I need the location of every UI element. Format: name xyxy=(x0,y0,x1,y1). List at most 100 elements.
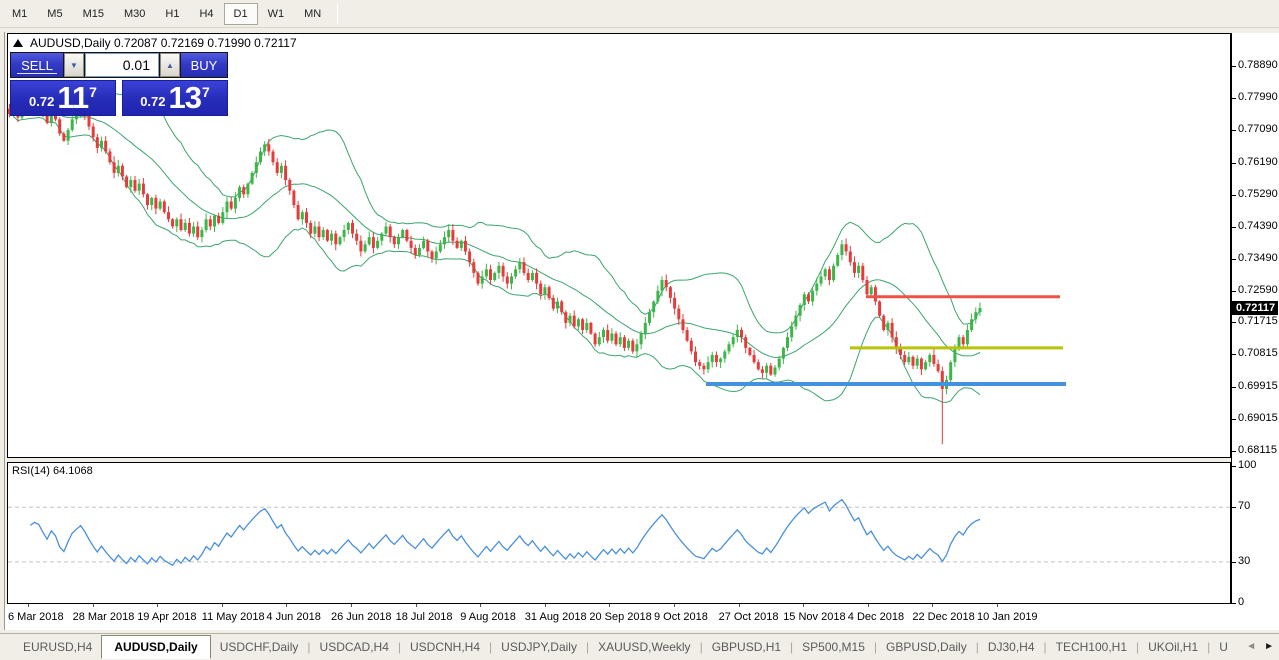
tab-gbpusd-daily[interactable]: GBPUSD,Daily xyxy=(877,636,976,658)
rsi-tick-label: 100 xyxy=(1231,459,1257,472)
time-tick xyxy=(286,604,288,607)
time-tick xyxy=(157,604,159,607)
price-tick-label: 0.76190 xyxy=(1232,155,1278,168)
tab-scroll-left-icon[interactable]: ◄ xyxy=(1246,641,1256,652)
date-label: 9 Oct 2018 xyxy=(654,611,708,623)
tab-u[interactable]: U xyxy=(1210,636,1237,658)
price-tick-label: 0.73490 xyxy=(1232,251,1278,264)
date-label: 22 Dec 2018 xyxy=(912,611,975,623)
rsi-indicator-canvas[interactable] xyxy=(0,457,1279,605)
time-tick xyxy=(415,604,417,607)
ask-price-box[interactable]: 0.72 13 7 xyxy=(122,80,228,116)
date-label: 10 Jan 2019 xyxy=(977,611,1038,623)
one-click-trading-panel: SELL ▼ 0.01 ▲ BUY 0.72 11 7 0.72 13 7 xyxy=(10,52,228,116)
volume-increase-button[interactable]: ▲ xyxy=(160,53,180,77)
date-label: 27 Oct 2018 xyxy=(718,611,779,623)
tab-audusd-daily[interactable]: AUDUSD,Daily xyxy=(101,634,211,659)
time-tick xyxy=(544,604,546,607)
volume-input[interactable]: 0.01 xyxy=(85,53,159,77)
rsi-tick-label: 70 xyxy=(1231,500,1251,513)
price-tick-label: 0.72590 xyxy=(1232,284,1278,297)
timeframe-button-m1[interactable]: M1 xyxy=(2,3,37,25)
time-tick xyxy=(997,604,998,607)
bid-pips: 11 xyxy=(57,80,89,115)
time-tick xyxy=(674,604,675,607)
timeframe-button-m5[interactable]: M5 xyxy=(37,3,72,25)
one-click-toggle-icon[interactable] xyxy=(13,39,23,47)
timeframe-button-m30[interactable]: M30 xyxy=(114,3,155,25)
toolbar-separator xyxy=(337,3,339,24)
price-tick-label: 0.70815 xyxy=(1232,347,1278,360)
timeframe-button-h4[interactable]: H4 xyxy=(189,3,223,25)
date-label: 9 Aug 2018 xyxy=(460,611,516,623)
time-tick xyxy=(867,604,869,607)
date-label: 28 Mar 2018 xyxy=(72,611,135,623)
chart-title-ohlc: AUDUSD,Daily 0.72087 0.72169 0.71990 0.7… xyxy=(30,36,297,50)
tab-tech100-h1[interactable]: TECH100,H1 xyxy=(1047,636,1136,658)
time-tick xyxy=(932,604,934,607)
chevron-down-icon: ▼ xyxy=(70,60,78,70)
date-label: 31 Aug 2018 xyxy=(524,611,587,623)
price-tick-label: 0.77090 xyxy=(1232,123,1278,136)
tab-usdcnh-h4[interactable]: USDCNH,H4 xyxy=(401,636,489,658)
timeframe-button-d1[interactable]: D1 xyxy=(223,2,258,25)
price-tick-label: 0.74390 xyxy=(1232,219,1278,232)
volume-decrease-button[interactable]: ▼ xyxy=(64,53,84,77)
rsi-indicator-label: RSI(14) 64.1068 xyxy=(12,465,93,477)
rsi-tick-label: 0 xyxy=(1231,596,1245,608)
tab-dj30-h4[interactable]: DJ30,H4 xyxy=(979,636,1044,658)
ask-prefix: 0.72 xyxy=(140,94,166,109)
bid-price-box[interactable]: 0.72 11 7 xyxy=(10,80,116,116)
tab-xauusd-weekly[interactable]: XAUUSD,Weekly xyxy=(589,636,699,658)
price-tick-label: 0.68115 xyxy=(1232,443,1277,456)
time-tick xyxy=(803,604,805,607)
price-tick-label: 0.75290 xyxy=(1232,187,1278,200)
chart-tab-bar: EURUSD,H4 AUDUSD,Daily USDCHF,Daily | USDCAD… xyxy=(0,633,1279,660)
time-tick xyxy=(480,604,482,607)
timeframe-button-mn[interactable]: MN xyxy=(294,3,331,25)
time-tick xyxy=(738,604,740,607)
time-tick xyxy=(609,604,611,607)
timeframe-button-h1[interactable]: H1 xyxy=(155,3,189,25)
price-axis[interactable]: 0.72117 0.78890 0.77990 0.77090 0.76190 0.75… xyxy=(1231,33,1279,630)
time-axis[interactable]: 6 Mar 2018 28 Mar 2018 19 Apr 2018 11 May 2… xyxy=(5,604,1231,630)
date-label: 20 Sep 2018 xyxy=(589,611,652,623)
sell-button[interactable]: SELL xyxy=(11,53,63,77)
bid-prefix: 0.72 xyxy=(29,94,55,109)
date-label: 18 Jul 2018 xyxy=(395,611,453,623)
price-axis-border xyxy=(1231,33,1232,604)
chart-window: AUDUSD,Daily 0.72087 0.72169 0.71990 0.7… xyxy=(0,28,1279,633)
chevron-up-icon: ▲ xyxy=(166,60,174,70)
tab-gbpusd-h1[interactable]: GBPUSD,H1 xyxy=(703,636,790,658)
ask-pips: 13 xyxy=(168,80,202,115)
date-label: 11 May 2018 xyxy=(201,611,265,623)
time-tick xyxy=(221,604,223,607)
date-label: 26 Jun 2018 xyxy=(331,611,392,623)
tab-sp500-m15[interactable]: SP500,M15 xyxy=(793,636,874,658)
price-tick-label: 0.69915 xyxy=(1232,379,1278,392)
price-tick-label: 0.69015 xyxy=(1232,411,1278,424)
tab-usdcad-h4[interactable]: USDCAD,H4 xyxy=(311,636,398,658)
tab-ukoil-h1[interactable]: UKOil,H1 xyxy=(1139,636,1207,658)
tab-scroll-right-icon[interactable]: ► xyxy=(1264,641,1274,652)
timeframe-button-m15[interactable]: M15 xyxy=(73,3,114,25)
tab-usdchf-daily[interactable]: USDCHF,Daily xyxy=(211,636,308,658)
bid-point: 7 xyxy=(89,84,97,100)
price-tick-label: 0.78890 xyxy=(1232,59,1278,72)
date-label: 19 Apr 2018 xyxy=(137,611,197,623)
tab-eurusd-h4[interactable]: EURUSD,H4 xyxy=(14,636,101,658)
time-tick xyxy=(92,604,94,607)
tab-usdjpy-daily[interactable]: USDJPY,Daily xyxy=(492,636,586,658)
timeframe-toolbar: M1 M5 M15 M30 H1 H4 D1 W1 MN xyxy=(0,0,1279,28)
date-label: 4 Jun 2018 xyxy=(266,611,321,623)
time-tick xyxy=(28,604,29,607)
date-label: 4 Dec 2018 xyxy=(847,611,905,623)
current-price-tag: 0.72117 xyxy=(1232,301,1278,315)
buy-button[interactable]: BUY xyxy=(181,53,227,77)
price-tick-label: 0.77990 xyxy=(1232,91,1278,104)
ask-point: 7 xyxy=(202,84,210,100)
date-label: 6 Mar 2018 xyxy=(8,611,64,623)
rsi-tick-label: 30 xyxy=(1231,554,1251,567)
time-tick xyxy=(351,604,352,607)
timeframe-button-w1[interactable]: W1 xyxy=(258,3,295,25)
